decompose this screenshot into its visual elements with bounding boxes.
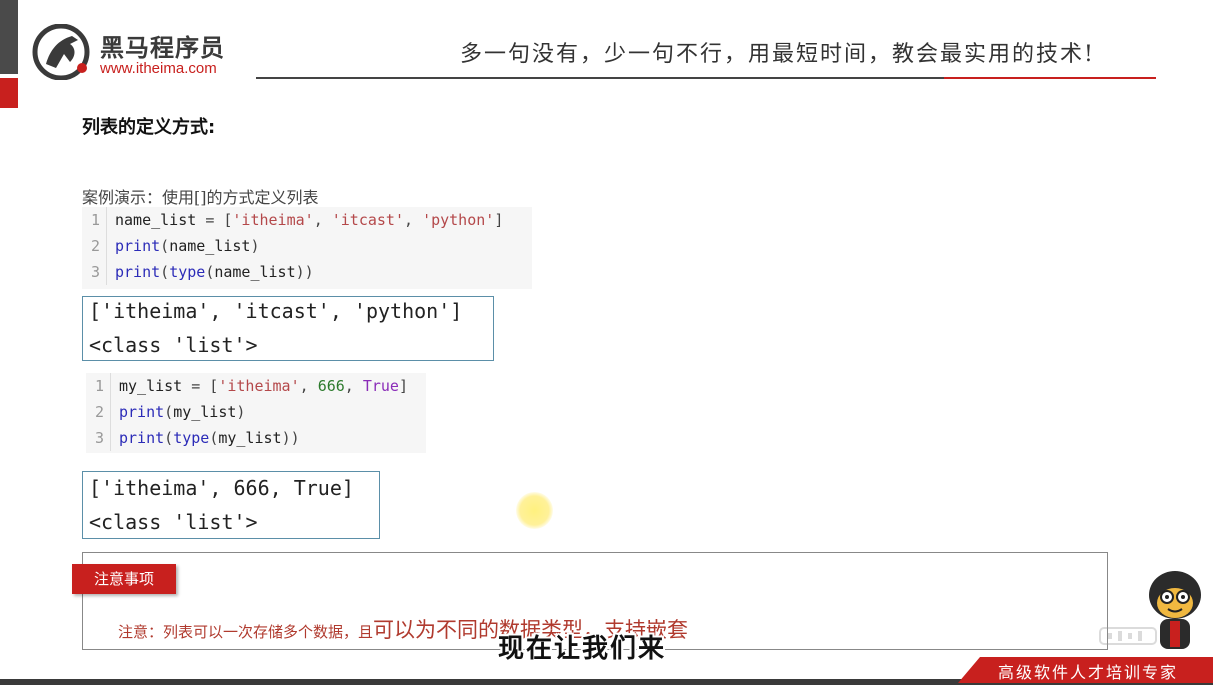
code-token: my_list: [119, 377, 192, 395]
code-token: 'itheima': [232, 211, 314, 229]
code-token: (: [205, 263, 215, 281]
code-token: True: [362, 377, 399, 395]
line-number: 2: [86, 399, 111, 425]
code-line: 2 print(my_list): [86, 399, 245, 425]
note-badge: 注意事项: [72, 564, 176, 594]
code-token: (: [164, 403, 174, 421]
code-line: 3 print(type(my_list)): [86, 425, 300, 451]
slogan: 多一句没有，少一句不行，用最短时间，教会最实用的技术!: [460, 42, 1095, 67]
code-token: print: [115, 237, 161, 255]
code-token: ]: [398, 377, 408, 395]
code-token: (: [164, 429, 174, 447]
code-token: 'itheima': [218, 377, 300, 395]
code-token: ,: [299, 377, 318, 395]
video-subtitle: 现在让我们来: [498, 634, 667, 664]
code-token: ,: [344, 377, 363, 395]
code-token: name_list: [214, 263, 296, 281]
logo-url: www.itheima.com: [100, 60, 217, 77]
code-token: (: [160, 263, 170, 281]
code-token: 'itcast': [331, 211, 404, 229]
logo-name: 黑马程序员: [100, 34, 225, 62]
code-token: = [: [205, 211, 233, 229]
note-text-small: 注意：列表可以一次存储多个数据，且: [118, 623, 374, 641]
left-accent-bar-red: [0, 78, 18, 108]
code-token: )): [295, 263, 314, 281]
code-block-2: 1 my_list = ['itheima', 666, True] 2 print(…: [86, 373, 426, 453]
code-token: (: [160, 237, 170, 255]
code-token: ,: [404, 211, 423, 229]
cursor-highlight: [516, 492, 553, 529]
line-number: 3: [86, 425, 111, 451]
monkey-mascot-icon: [1149, 571, 1201, 649]
code-token: 666: [317, 377, 345, 395]
code-token: ): [236, 403, 246, 421]
code-token: )): [281, 429, 300, 447]
code-line: 1 my_list = ['itheima', 666, True]: [86, 373, 408, 399]
line-number: 1: [86, 373, 111, 399]
code-token: 'python': [422, 211, 495, 229]
code-token: my_list: [173, 403, 237, 421]
code-token: type: [173, 429, 210, 447]
output-line: <class 'list'>: [89, 510, 258, 534]
footer-text: 高级软件人才培训专家: [998, 663, 1179, 682]
code-token: = [: [191, 377, 219, 395]
output-box-2: ['itheima', 666, True] <class 'list'>: [82, 471, 380, 539]
output-box-1: ['itheima', 'itcast', 'python'] <class 'l…: [82, 296, 494, 361]
header-divider-accent: [944, 77, 1156, 79]
code-token: my_list: [218, 429, 282, 447]
output-line: ['itheima', 666, True]: [89, 476, 354, 500]
demo-label: 案例演示：使用[]的方式定义列表: [82, 188, 319, 207]
code-token: ]: [494, 211, 504, 229]
code-block-1: 1 name_list = ['itheima', 'itcast', 'pyth…: [82, 207, 532, 289]
horse-logo-icon: [32, 24, 90, 80]
code-token: print: [119, 429, 165, 447]
section-title: 列表的定义方式:: [82, 117, 216, 138]
code-token: ,: [313, 211, 332, 229]
line-number: 2: [82, 233, 107, 259]
code-line: 1 name_list = ['itheima', 'itcast', 'pyth…: [82, 207, 503, 233]
left-accent-bar-dark: [0, 0, 18, 74]
code-token: name_list: [169, 237, 251, 255]
code-line: 3 print(type(name_list)): [82, 259, 314, 285]
code-token: print: [115, 263, 161, 281]
code-line: 2 print(name_list): [82, 233, 260, 259]
output-line: <class 'list'>: [89, 333, 258, 357]
logo: 黑马程序员 www.itheima.com: [32, 22, 237, 82]
code-token: name_list: [115, 211, 206, 229]
code-token: (: [209, 429, 219, 447]
code-token: print: [119, 403, 165, 421]
code-token: type: [169, 263, 206, 281]
line-number: 3: [82, 259, 107, 285]
line-number: 1: [82, 207, 107, 233]
output-line: ['itheima', 'itcast', 'python']: [89, 299, 463, 323]
code-token: ): [250, 237, 260, 255]
